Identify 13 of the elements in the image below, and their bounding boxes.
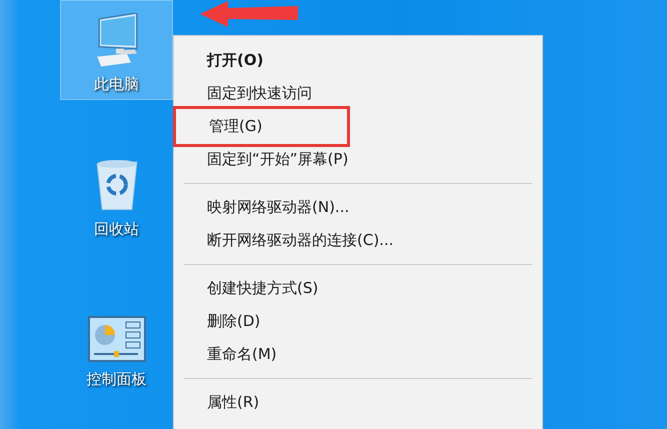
menu-item[interactable]: 重命名(M) (174, 338, 542, 371)
icon-label: 此电脑 (94, 74, 139, 94)
menu-item[interactable]: 打开(O) (174, 44, 542, 77)
menu-item[interactable]: 管理(G) (173, 106, 350, 147)
menu-item[interactable]: 属性(R) (174, 386, 542, 419)
recycle-bin-icon (94, 158, 138, 212)
menu-item[interactable]: 删除(D) (174, 305, 542, 338)
icon-label: 控制面板 (86, 369, 146, 390)
menu-item[interactable]: 创建快捷方式(S) (174, 272, 542, 305)
icon-label: 回收站 (94, 218, 139, 240)
menu-item[interactable]: 映射网络驱动器(N)... (174, 191, 542, 224)
control-panel-icon (88, 316, 146, 362)
menu-item[interactable]: 断开网络驱动器的连接(C)... (174, 224, 542, 257)
